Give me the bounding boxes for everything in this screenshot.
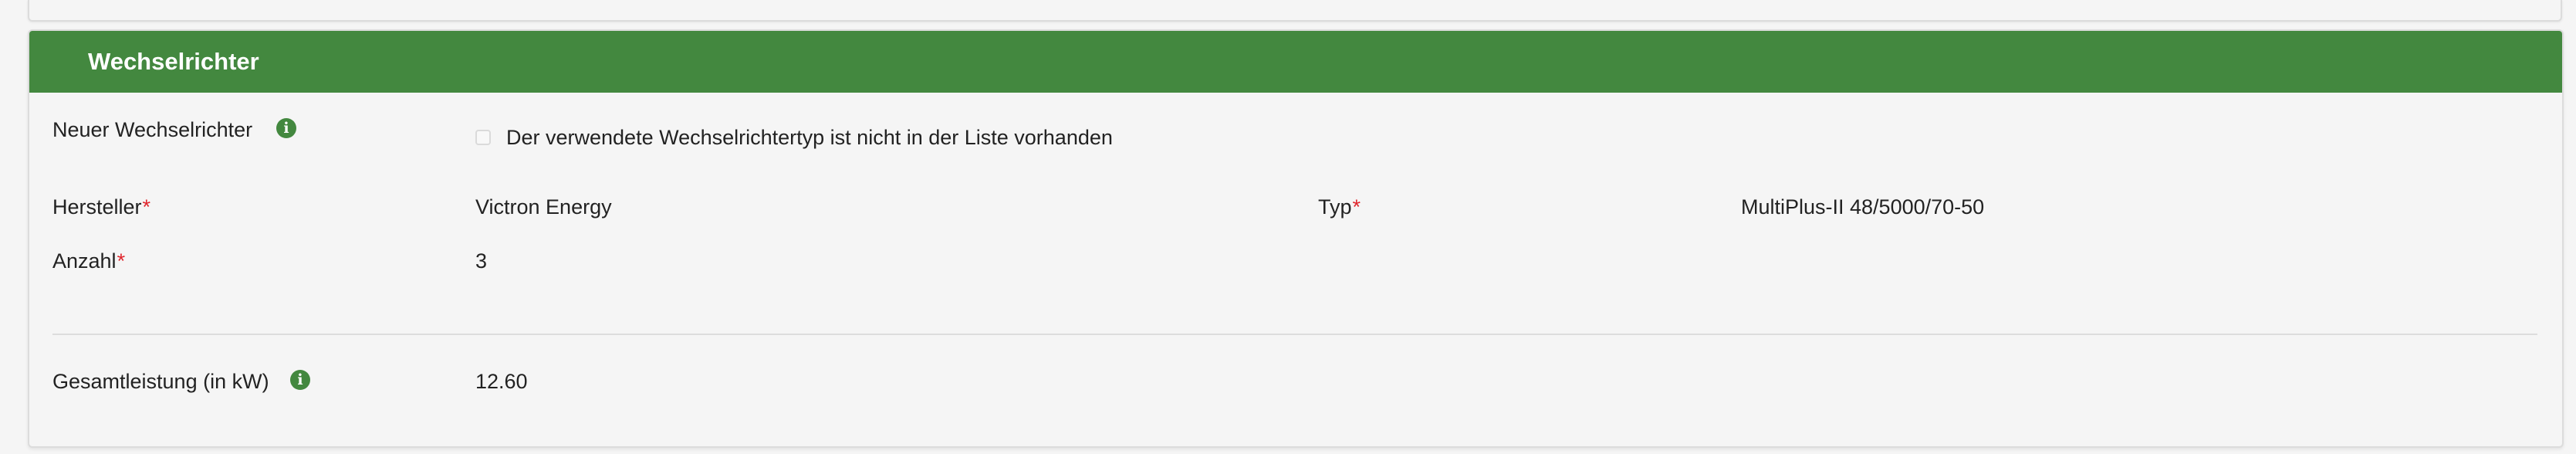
required-asterisk: *: [117, 249, 126, 273]
required-asterisk: *: [142, 195, 151, 219]
type-value: MultiPlus-II 48/5000/70-50: [1741, 195, 1985, 219]
total-power-value: 12.60: [475, 370, 528, 393]
info-icon[interactable]: i: [276, 118, 296, 138]
previous-section-card: [28, 0, 2562, 22]
required-asterisk: *: [1352, 195, 1361, 219]
count-label: Anzahl*: [52, 249, 126, 273]
manufacturer-value: Victron Energy: [475, 195, 612, 219]
info-icon[interactable]: i: [290, 370, 310, 390]
inverter-not-in-list-label[interactable]: Der verwendete Wechselrichtertyp ist nic…: [506, 124, 1113, 151]
type-label: Typ*: [1318, 195, 1361, 219]
divider: [52, 334, 2537, 335]
inverter-not-in-list-checkbox[interactable]: [475, 130, 491, 145]
total-power-label: Gesamtleistung (in kW): [52, 370, 269, 393]
manufacturer-label: Hersteller*: [52, 195, 151, 219]
count-value: 3: [475, 249, 488, 273]
inverter-panel: Wechselrichter Neuer Wechselrichter i De…: [28, 29, 2564, 448]
panel-header: Wechselrichter: [29, 31, 2562, 93]
new-inverter-label: Neuer Wechselrichter: [52, 118, 253, 141]
panel-title: Wechselrichter: [88, 48, 259, 75]
